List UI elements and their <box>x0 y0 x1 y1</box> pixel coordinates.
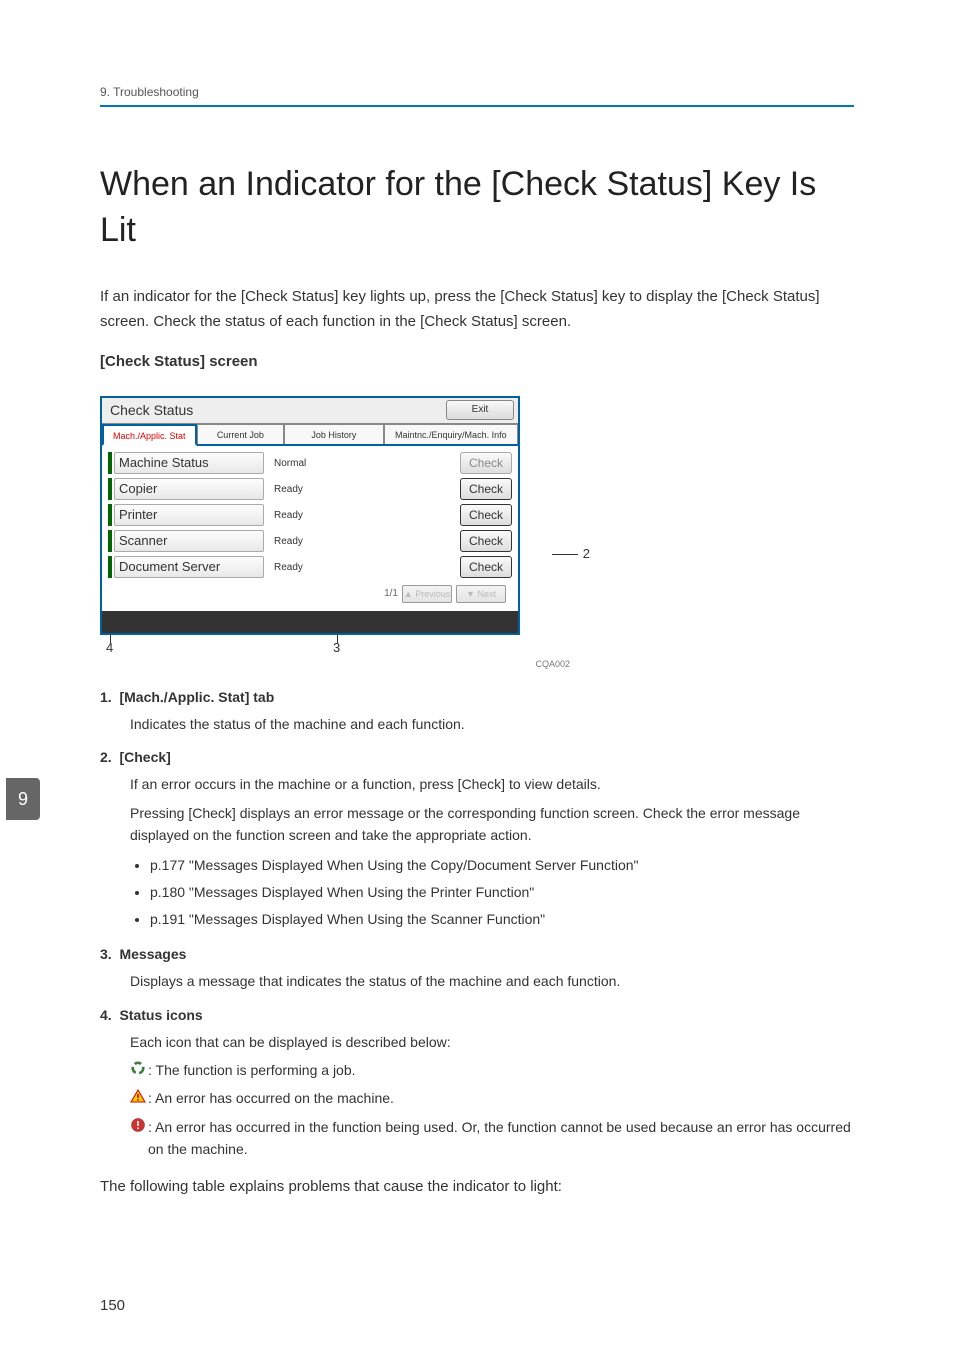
item-num: 1. <box>100 689 112 705</box>
running-header: 9. Troubleshooting <box>100 85 854 107</box>
status-indicator-icon <box>108 478 112 500</box>
icon-text: : An error has occurred on the machine. <box>148 1087 394 1109</box>
prev-button[interactable]: ▲ Previous <box>402 585 452 603</box>
icon-text: : An error has occurred in the function … <box>148 1116 854 1161</box>
item-title: Status icons <box>119 1007 202 1023</box>
tab-mach-applic-stat[interactable]: Mach./Applic. Stat <box>102 424 197 446</box>
check-button[interactable]: Check <box>460 530 512 552</box>
check-status-screenshot: Check Status Exit Mach./Applic. Stat Cur… <box>100 396 520 635</box>
item-num: 2. <box>100 749 112 765</box>
check-button[interactable]: Check <box>460 556 512 578</box>
exit-button[interactable]: Exit <box>446 400 514 420</box>
tab-current-job[interactable]: Current Job <box>197 424 285 444</box>
item-desc: Displays a message that indicates the st… <box>130 970 854 992</box>
status-label: Document Server <box>114 556 264 578</box>
status-row-scanner: Scanner Ready Check <box>108 529 512 554</box>
screenshot-figure: 1 2 3 4 Check Status Exit Mach./Applic. … <box>100 396 570 635</box>
pager-count: 1/1 <box>384 588 398 599</box>
item-num: 3. <box>100 946 112 962</box>
item-desc: Indicates the status of the machine and … <box>130 713 854 735</box>
icon-row-warn: : An error has occurred on the machine. <box>130 1087 854 1109</box>
screen-subtitle: [Check Status] screen <box>100 353 854 370</box>
screen-footer <box>102 611 518 633</box>
bullet-item: p.177 "Messages Displayed When Using the… <box>150 852 854 879</box>
item-desc: Each icon that can be displayed is descr… <box>130 1031 854 1053</box>
status-row-copier: Copier Ready Check <box>108 477 512 502</box>
pager: 1/1 ▲ Previous ▼ Next <box>108 581 512 607</box>
warning-icon <box>130 1089 146 1103</box>
chapter-tab: 9 <box>6 778 40 820</box>
status-label: Copier <box>114 478 264 500</box>
check-button[interactable]: Check <box>460 478 512 500</box>
check-button[interactable]: Check <box>460 504 512 526</box>
status-indicator-icon <box>108 530 112 552</box>
image-code: CQA002 <box>100 659 570 669</box>
screen-title: Check Status <box>110 402 193 418</box>
closing-paragraph: The following table explains problems th… <box>100 1174 854 1200</box>
status-label: Printer <box>114 504 264 526</box>
item-1: 1. [Mach./Applic. Stat] tab Indicates th… <box>100 689 854 735</box>
job-icon <box>130 1061 146 1075</box>
status-message: Ready <box>264 484 460 495</box>
page-number: 150 <box>100 1297 125 1314</box>
status-label: Scanner <box>114 530 264 552</box>
status-row-machine: Machine Status Normal Check <box>108 451 512 476</box>
item-num: 4. <box>100 1007 112 1023</box>
status-message: Ready <box>264 562 460 573</box>
tab-job-history[interactable]: Job History <box>284 424 384 444</box>
screen-body: Machine Status Normal Check Copier Ready… <box>102 446 518 611</box>
item-desc: Pressing [Check] displays an error messa… <box>130 802 854 847</box>
next-button[interactable]: ▼ Next <box>456 585 506 603</box>
screen-header: Check Status Exit <box>102 398 518 424</box>
status-message: Ready <box>264 536 460 547</box>
callout-line <box>552 554 578 555</box>
item-title: [Check] <box>119 749 170 765</box>
tabs-row: Mach./Applic. Stat Current Job Job Histo… <box>102 424 518 446</box>
error-icon <box>130 1118 146 1132</box>
status-row-docserver: Document Server Ready Check <box>108 555 512 580</box>
main-title: When an Indicator for the [Check Status]… <box>100 162 854 254</box>
item-title: Messages <box>119 946 186 962</box>
item-2: 2. [Check] If an error occurs in the mac… <box>100 749 854 932</box>
bullet-list: p.177 "Messages Displayed When Using the… <box>150 852 854 932</box>
icon-row-err: : An error has occurred in the function … <box>130 1116 854 1161</box>
item-3: 3. Messages Displays a message that indi… <box>100 946 854 992</box>
status-indicator-icon <box>108 556 112 578</box>
status-indicator-icon <box>108 452 112 474</box>
status-label: Machine Status <box>114 452 264 474</box>
item-title: [Mach./Applic. Stat] tab <box>119 689 274 705</box>
intro-paragraph: If an indicator for the [Check Status] k… <box>100 284 854 335</box>
status-message: Normal <box>264 458 460 469</box>
bullet-item: p.191 "Messages Displayed When Using the… <box>150 906 854 933</box>
bullet-item: p.180 "Messages Displayed When Using the… <box>150 879 854 906</box>
item-4: 4. Status icons Each icon that can be di… <box>100 1007 854 1161</box>
icon-text: : The function is performing a job. <box>148 1059 356 1081</box>
check-button[interactable]: Check <box>460 452 512 474</box>
status-row-printer: Printer Ready Check <box>108 503 512 528</box>
status-message: Ready <box>264 510 460 521</box>
callout-2: 2 <box>583 546 590 561</box>
tab-maintenance[interactable]: Maintnc./Enquiry/Mach. Info <box>384 424 518 444</box>
status-indicator-icon <box>108 504 112 526</box>
icon-row-job: : The function is performing a job. <box>130 1059 854 1081</box>
item-desc: If an error occurs in the machine or a f… <box>130 773 854 795</box>
